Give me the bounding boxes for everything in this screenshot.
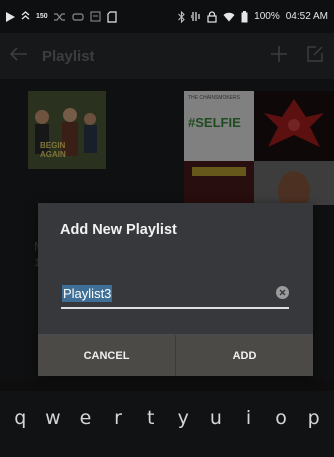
keyboard-row-1: q w e r t y u i o p [0, 407, 334, 429]
key-y[interactable]: y [170, 407, 196, 429]
wifi-icon [223, 10, 235, 24]
storage-icon [107, 10, 117, 24]
battery-icon [241, 10, 248, 24]
bluetooth-icon [178, 10, 185, 24]
key-i[interactable]: i [235, 407, 261, 429]
dialog-buttons: CANCEL ADD [38, 334, 313, 376]
gain-icon [21, 10, 30, 24]
vibrate-icon [191, 10, 201, 24]
key-e[interactable]: e [72, 407, 98, 429]
lock-icon [207, 10, 217, 24]
key-u[interactable]: u [203, 407, 229, 429]
shuffle-icon [53, 10, 66, 24]
key-p[interactable]: p [301, 407, 327, 429]
battery-percent: 100% [254, 11, 280, 22]
play-icon [6, 10, 15, 24]
key-q[interactable]: q [7, 407, 33, 429]
key-r[interactable]: r [105, 407, 131, 429]
soft-keyboard: q w e r t y u i o p [0, 391, 334, 457]
status-bar: 150 100% 04:52 AM [0, 0, 334, 33]
key-w[interactable]: w [40, 407, 66, 429]
cancel-button[interactable]: CANCEL [38, 335, 175, 376]
clock: 04:52 AM [285, 11, 328, 22]
add-playlist-dialog: Add New Playlist Playlist3 CANCEL ADD [38, 203, 313, 376]
gain-value: 150 [36, 13, 48, 20]
eq-icon [90, 10, 101, 24]
add-button[interactable]: ADD [175, 335, 313, 376]
playlist-name-input[interactable]: Playlist3 [61, 284, 289, 309]
clear-text-icon[interactable] [276, 286, 289, 299]
playlist-name-value[interactable]: Playlist3 [62, 285, 113, 302]
dialog-title: Add New Playlist [60, 222, 177, 238]
key-t[interactable]: t [138, 407, 164, 429]
input-underline [61, 307, 289, 309]
key-o[interactable]: o [268, 407, 294, 429]
repeat-icon [72, 10, 84, 24]
